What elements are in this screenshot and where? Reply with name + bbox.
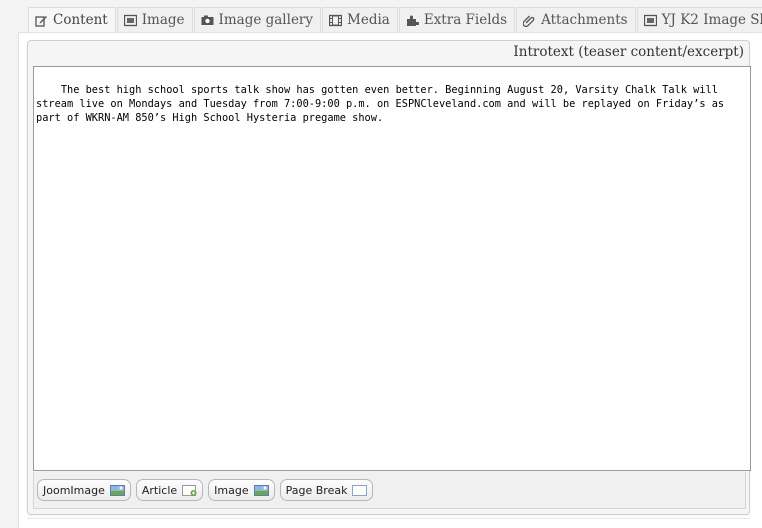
image-icon xyxy=(123,14,137,27)
tab-yj-k2-image-slider[interactable]: YJ K2 Image Slider xyxy=(636,7,762,32)
picture-icon xyxy=(253,484,269,496)
puzzle-icon xyxy=(406,14,419,27)
document-add-icon xyxy=(182,484,197,496)
camera-icon xyxy=(201,14,214,27)
edit-icon xyxy=(35,14,48,27)
article-button[interactable]: Article xyxy=(135,479,204,501)
introtext-panel: Introtext (teaser content/excerpt) The b… xyxy=(27,40,751,515)
button-label: Image xyxy=(214,483,249,497)
divider xyxy=(27,518,750,519)
film-icon xyxy=(329,14,343,27)
editor-text: The best high school sports talk show ha… xyxy=(36,84,731,124)
page-break-button[interactable]: Page Break xyxy=(279,479,374,501)
tab-label: Extra Fields xyxy=(423,12,508,28)
tab-label: Image gallery xyxy=(218,12,314,28)
tab-extra-fields[interactable]: Extra Fields xyxy=(398,7,516,32)
button-label: JoomImage xyxy=(43,483,105,497)
tab-label: Media xyxy=(347,12,390,28)
tab-image-gallery[interactable]: Image gallery xyxy=(193,7,322,32)
tab-bar: Content Image Image gallery Media Extra … xyxy=(28,7,762,32)
tab-label: Attachments xyxy=(541,12,628,28)
tab-content[interactable]: Content xyxy=(28,7,116,32)
resize-handle-icon[interactable] xyxy=(740,460,749,469)
joomimage-button[interactable]: JoomImage xyxy=(37,479,131,501)
button-label: Article xyxy=(141,483,178,497)
tab-label: Image xyxy=(141,12,185,28)
page-break-icon xyxy=(352,484,368,496)
tab-image[interactable]: Image xyxy=(116,7,193,32)
tab-media[interactable]: Media xyxy=(322,7,398,32)
image-icon xyxy=(643,14,657,27)
tab-label: YJ K2 Image Slider xyxy=(661,12,762,28)
tab-attachments[interactable]: Attachments xyxy=(516,7,636,32)
tab-label: Content xyxy=(53,12,108,28)
picture-icon xyxy=(109,484,125,496)
image-button[interactable]: Image xyxy=(208,479,275,501)
paperclip-icon xyxy=(523,14,536,27)
editor-toolbar: JoomImage Article Image Page Break xyxy=(33,472,746,509)
button-label: Page Break xyxy=(285,483,348,497)
panel-title: Introtext (teaser content/excerpt) xyxy=(513,44,744,60)
introtext-editor[interactable]: The best high school sports talk show ha… xyxy=(33,66,751,471)
